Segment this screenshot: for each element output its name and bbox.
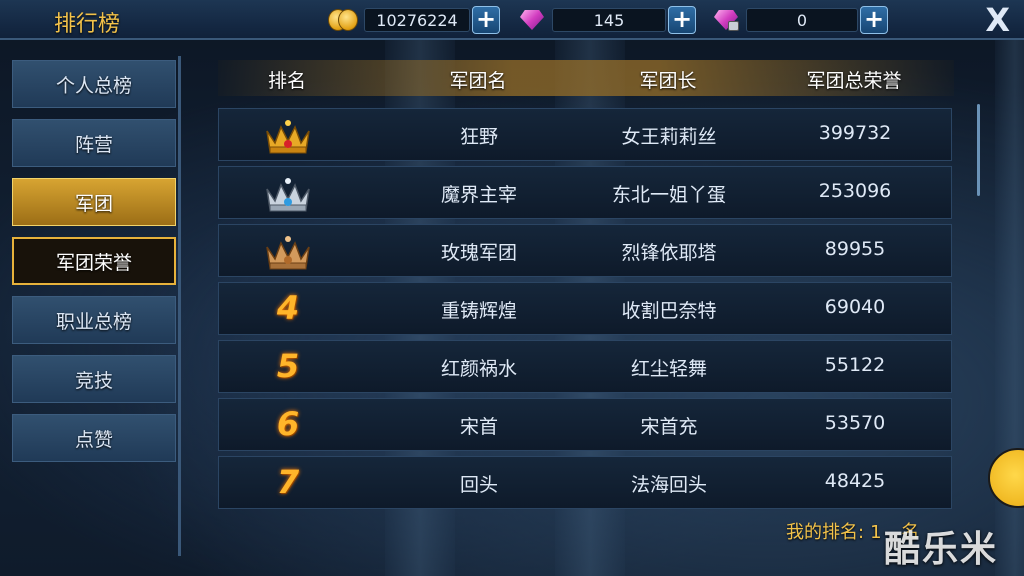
top-bar: 排行榜 10276224 + 145 + 0 + X (0, 0, 1024, 40)
sidebar-item-guild-honor[interactable]: 军团荣誉 (12, 237, 176, 285)
sidebar-item-guild[interactable]: 军团 (12, 178, 176, 226)
bronze-crown-icon (266, 236, 310, 270)
rank-number: 6 (276, 405, 300, 443)
guild-name: 魔界主宰 (440, 184, 518, 206)
sidebar: 个人总榜 阵营 军团 军团荣誉 职业总榜 竞技 点赞 (12, 60, 176, 473)
sidebar-item-arena[interactable]: 竞技 (12, 355, 176, 403)
my-rank-label: 我的排名: (786, 522, 865, 543)
guild-honor: 253096 (818, 180, 892, 202)
column-header-guild-honor: 军团总荣誉 (806, 70, 902, 92)
sidebar-item-camp[interactable]: 阵营 (12, 119, 176, 167)
guild-leader: 东北一姐丫蛋 (611, 184, 727, 206)
sidebar-divider (178, 56, 181, 556)
bound-diamond-amount: 0 (746, 8, 858, 32)
guild-leader: 法海回头 (630, 474, 708, 496)
guild-name: 玫瑰军团 (440, 242, 518, 264)
ranking-list: 狂野 女王莉莉丝 399732 魔界主宰 东北一姐丫蛋 253096 玫瑰军团 … (218, 108, 952, 514)
add-bound-diamond-button[interactable]: + (860, 6, 888, 34)
guild-honor: 48425 (824, 470, 886, 492)
mascot-float-button[interactable] (988, 448, 1024, 508)
guild-name: 回头 (459, 474, 499, 496)
gold-amount: 10276224 (364, 8, 470, 32)
list-scrollbar[interactable] (977, 104, 980, 196)
sidebar-item-personal-total[interactable]: 个人总榜 (12, 60, 176, 108)
gold-crown-icon (266, 120, 310, 154)
table-row[interactable]: 魔界主宰 东北一姐丫蛋 253096 (218, 166, 952, 219)
bound-diamond-resource: 0 + (712, 6, 888, 34)
rank-number: 4 (276, 289, 300, 327)
column-header-guild-leader: 军团长 (639, 70, 697, 92)
guild-honor: 89955 (824, 238, 886, 260)
guild-name: 重铸辉煌 (440, 300, 518, 322)
sidebar-item-class-total[interactable]: 职业总榜 (12, 296, 176, 344)
guild-honor: 69040 (824, 296, 886, 318)
guild-leader: 宋首充 (640, 416, 698, 438)
add-diamond-button[interactable]: + (668, 6, 696, 34)
table-header: 排名 军团名 军团长 军团总荣誉 (218, 60, 954, 96)
guild-leader: 女王莉莉丝 (621, 126, 717, 148)
guild-name: 狂野 (459, 126, 499, 148)
silver-crown-icon (266, 178, 310, 212)
sidebar-item-likes[interactable]: 点赞 (12, 414, 176, 462)
guild-leader: 烈锋依耶塔 (621, 242, 717, 264)
my-rank-value: 1 (870, 522, 882, 543)
table-row[interactable]: 7 回头 法海回头 48425 (218, 456, 952, 509)
diamond-amount: 145 (552, 8, 666, 32)
locked-diamond-icon (712, 7, 742, 33)
rank-number: 7 (276, 463, 300, 501)
guild-leader: 红尘轻舞 (630, 358, 708, 380)
table-row[interactable]: 狂野 女王莉莉丝 399732 (218, 108, 952, 161)
table-row[interactable]: 4 重铸辉煌 收割巴奈特 69040 (218, 282, 952, 335)
diamond-resource: 145 + (518, 6, 696, 34)
diamond-icon (518, 7, 548, 33)
guild-leader: 收割巴奈特 (621, 300, 717, 322)
table-row[interactable]: 6 宋首 宋首充 53570 (218, 398, 952, 451)
gold-resource: 10276224 + (328, 6, 500, 34)
guild-name: 宋首 (459, 416, 499, 438)
table-row[interactable]: 5 红颜祸水 红尘轻舞 55122 (218, 340, 952, 393)
column-header-rank: 排名 (267, 70, 307, 92)
table-row[interactable]: 玫瑰军团 烈锋依耶塔 89955 (218, 224, 952, 277)
rank-number: 5 (276, 347, 300, 385)
gold-coin-icon (328, 7, 362, 33)
add-gold-button[interactable]: + (472, 6, 500, 34)
watermark-logo: 酷乐米 (884, 529, 999, 570)
guild-honor: 55122 (824, 354, 886, 376)
close-button[interactable]: X (985, 2, 1010, 38)
guild-honor: 399732 (818, 122, 892, 144)
page-title: 排行榜 (54, 12, 121, 37)
column-header-guild-name: 军团名 (449, 70, 507, 92)
guild-name: 红颜祸水 (440, 358, 518, 380)
guild-honor: 53570 (824, 412, 886, 434)
